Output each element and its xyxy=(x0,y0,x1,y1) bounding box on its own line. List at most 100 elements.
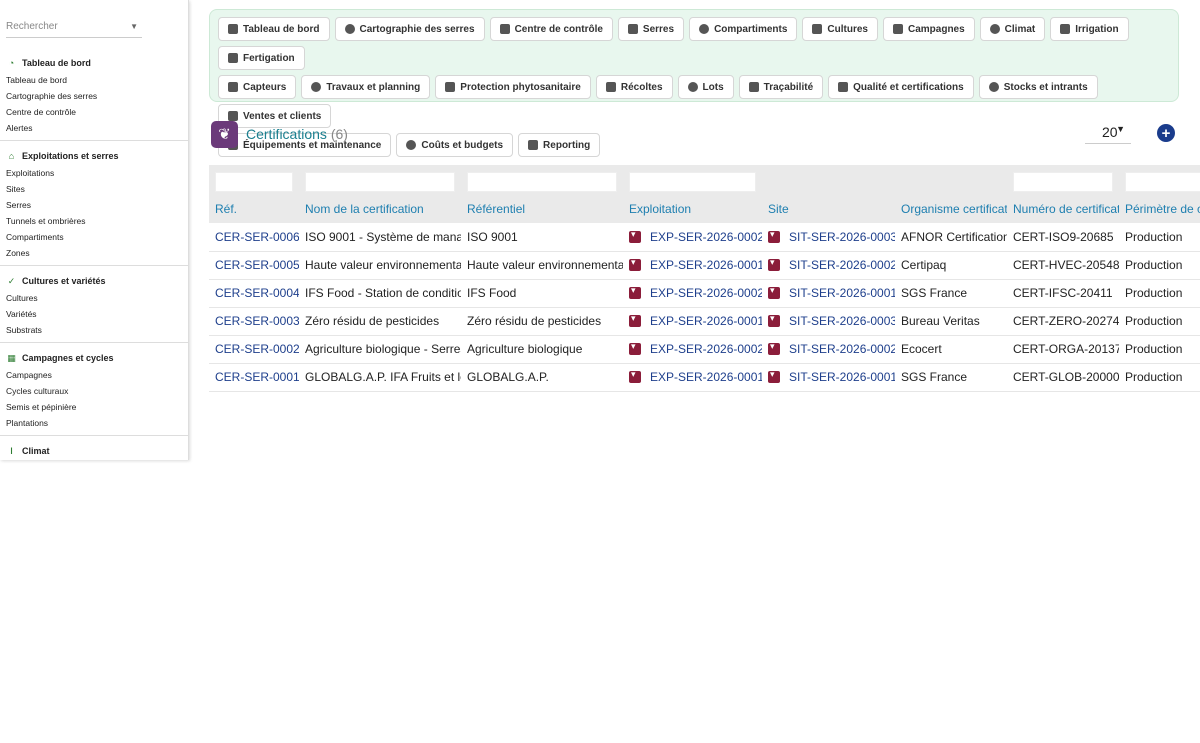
table-row[interactable]: CER-SER-0005Haute valeur environnemental… xyxy=(209,251,1200,280)
exploitation-link[interactable]: EXP-SER-2026-0002 xyxy=(650,230,762,244)
nav-cartographie-des-serres[interactable]: Cartographie des serres xyxy=(334,17,485,41)
sidebar-item-centre-de-controle[interactable]: Centre de contrôle xyxy=(0,104,188,120)
exploitation-link[interactable]: EXP-SER-2026-0001 xyxy=(650,258,762,272)
nav-compartiments[interactable]: Compartiments xyxy=(689,17,798,41)
sidebar-item-substrats[interactable]: Substrats xyxy=(0,322,188,338)
cell-ref[interactable]: CER-SER-0003 xyxy=(209,307,299,336)
site-link[interactable]: SIT-SER-2026-0001 xyxy=(789,370,895,384)
nav-centre-de-controle[interactable]: Centre de contrôle xyxy=(489,17,613,41)
sidebar-item-serres[interactable]: Serres xyxy=(0,197,188,213)
exploitation-link[interactable]: EXP-SER-2026-0001 xyxy=(650,314,762,328)
exploitation-link[interactable]: EXP-SER-2026-0002 xyxy=(650,286,762,300)
sidebar-item-zones[interactable]: Zones xyxy=(0,245,188,261)
column-filter-input[interactable] xyxy=(1013,172,1113,192)
nav-irrigation[interactable]: Irrigation xyxy=(1050,17,1129,41)
nav-serres[interactable]: Serres xyxy=(617,17,685,41)
site-tag-icon[interactable] xyxy=(768,285,780,299)
cell-exploitation[interactable]: EXP-SER-2026-0001 xyxy=(623,307,762,336)
nav-campagnes[interactable]: Campagnes xyxy=(882,17,975,41)
sidebar-item-semis-et-pepiniere[interactable]: Semis et pépinière xyxy=(0,399,188,415)
site-link[interactable]: SIT-SER-2026-0003 xyxy=(789,314,895,328)
column-filter-input[interactable] xyxy=(629,172,756,192)
table-row[interactable]: CER-SER-0001 GLOBALG.A.P. IFA Fruits et l… xyxy=(209,363,1200,392)
column-header-ref[interactable]: Réf. xyxy=(209,195,299,223)
search-box[interactable]: ▼ xyxy=(6,16,142,38)
sidebar-item-alertes[interactable]: Alertes xyxy=(0,120,188,136)
site-link[interactable]: SIT-SER-2026-0002 xyxy=(789,258,895,272)
site-tag-icon[interactable] xyxy=(768,229,780,243)
site-tag-icon[interactable] xyxy=(768,257,780,271)
site-link[interactable]: SIT-SER-2026-0003 xyxy=(789,230,895,244)
sidebar-group-header[interactable]: ◔ Tableau de bord xyxy=(0,54,188,72)
cell-exploitation[interactable]: EXP-SER-2026-0002 xyxy=(623,335,762,364)
sidebar-item-cultures[interactable]: Cultures xyxy=(0,290,188,306)
sidebar-item-sites[interactable]: Sites xyxy=(0,181,188,197)
nav-travaux-et-planning[interactable]: Travaux et planning xyxy=(301,75,431,99)
sidebar-group-header[interactable]: ⌂ Exploitations et serres xyxy=(0,147,188,165)
exploitation-tag-icon[interactable] xyxy=(629,341,641,355)
site-tag-icon[interactable] xyxy=(768,313,780,327)
table-row[interactable]: CER-SER-0003 Zéro résidu de pesticides Zér… xyxy=(209,307,1200,336)
nav-capteurs[interactable]: Capteurs xyxy=(218,75,297,99)
column-filter-input[interactable] xyxy=(467,172,617,192)
cell-ref[interactable]: CER-SER-0006 xyxy=(209,223,299,252)
exploitation-tag-icon[interactable] xyxy=(629,257,641,271)
cell-exploitation[interactable]: EXP-SER-2026-0001 xyxy=(623,251,762,280)
nav-cultures[interactable]: Cultures xyxy=(802,17,878,41)
sidebar-item-cartographie-des-serres[interactable]: Cartographie des serres xyxy=(0,88,188,104)
exploitation-tag-icon[interactable] xyxy=(629,313,641,327)
nav-climat[interactable]: Climat xyxy=(979,17,1046,41)
site-link[interactable]: SIT-SER-2026-0002 xyxy=(789,342,895,356)
chevron-down-icon[interactable]: ▼ xyxy=(130,22,138,31)
nav-couts-et-budgets[interactable]: Coûts et budgets xyxy=(396,133,514,157)
cell-site[interactable]: SIT-SER-2026-0003 xyxy=(762,223,895,252)
column-header-referentiel[interactable]: Référentiel xyxy=(461,195,623,223)
column-filter-input[interactable] xyxy=(1125,172,1200,192)
sidebar-item-plantations[interactable]: Plantations xyxy=(0,415,188,431)
column-filter-input[interactable] xyxy=(215,172,293,192)
table-row[interactable]: CER-SER-0006ISO 9001 - Système de manage… xyxy=(209,223,1200,252)
nav-recoltes[interactable]: Récoltes xyxy=(595,75,673,99)
column-header-exploitation[interactable]: Exploitation xyxy=(623,195,762,223)
nav-stocks-et-intrants[interactable]: Stocks et intrants xyxy=(978,75,1098,99)
sidebar-group-header[interactable]: ✓ Cultures et variétés xyxy=(0,272,188,290)
sidebar-item-varietes[interactable]: Variétés xyxy=(0,306,188,322)
column-filter-input[interactable] xyxy=(305,172,455,192)
sidebar-group-header[interactable]: ▦ Campagnes et cycles xyxy=(0,349,188,367)
cell-site[interactable]: SIT-SER-2026-0002 xyxy=(762,251,895,280)
cell-site[interactable]: SIT-SER-2026-0001 xyxy=(762,279,895,308)
cell-ref[interactable]: CER-SER-0004 xyxy=(209,279,299,308)
cell-ref[interactable]: CER-SER-0005 xyxy=(209,251,299,280)
site-tag-icon[interactable] xyxy=(768,341,780,355)
nav-tableau-de-bord[interactable]: Tableau de bord xyxy=(218,17,330,41)
sidebar-group-header[interactable]: ǀ Climat xyxy=(0,442,188,460)
site-tag-icon[interactable] xyxy=(768,369,780,383)
column-header-numero-de-certificat[interactable]: Numéro de certificat xyxy=(1007,195,1119,223)
cell-exploitation[interactable]: EXP-SER-2026-0001 xyxy=(623,363,762,392)
exploitation-link[interactable]: EXP-SER-2026-0002 xyxy=(650,342,762,356)
nav-fertigation[interactable]: Fertigation xyxy=(218,46,305,70)
cell-site[interactable]: SIT-SER-2026-0002 xyxy=(762,335,895,364)
search-input[interactable] xyxy=(6,16,126,32)
nav-reporting[interactable]: Reporting xyxy=(518,133,601,157)
table-row[interactable]: CER-SER-0004 IFS Food - Station de condit… xyxy=(209,279,1200,308)
sidebar-item-tunnels-et-ombrieres[interactable]: Tunnels et ombrières xyxy=(0,213,188,229)
cell-ref[interactable]: CER-SER-0001 xyxy=(209,363,299,392)
site-link[interactable]: SIT-SER-2026-0001 xyxy=(789,286,895,300)
sidebar-item-tableau-de-bord[interactable]: Tableau de bord xyxy=(0,72,188,88)
nav-protection-phytosanitaire[interactable]: Protection phytosanitaire xyxy=(435,75,591,99)
exploitation-tag-icon[interactable] xyxy=(629,229,641,243)
column-header-site[interactable]: Site xyxy=(762,195,895,223)
sidebar-item-compartiments[interactable]: Compartiments xyxy=(0,229,188,245)
add-button[interactable]: + xyxy=(1157,124,1175,142)
exploitation-link[interactable]: EXP-SER-2026-0001 xyxy=(650,370,762,384)
sidebar-item-cycles-culturaux[interactable]: Cycles culturaux xyxy=(0,383,188,399)
exploitation-tag-icon[interactable] xyxy=(629,369,641,383)
cell-site[interactable]: SIT-SER-2026-0003 xyxy=(762,307,895,336)
table-row[interactable]: CER-SER-0002 Agriculture biologique - Ser… xyxy=(209,335,1200,364)
exploitation-tag-icon[interactable] xyxy=(629,285,641,299)
column-header-nom-de-la-certification[interactable]: Nom de la certification xyxy=(299,195,461,223)
sidebar-item-campagnes[interactable]: Campagnes xyxy=(0,367,188,383)
cell-ref[interactable]: CER-SER-0002 xyxy=(209,335,299,364)
sidebar-item-exploitations[interactable]: Exploitations xyxy=(0,165,188,181)
